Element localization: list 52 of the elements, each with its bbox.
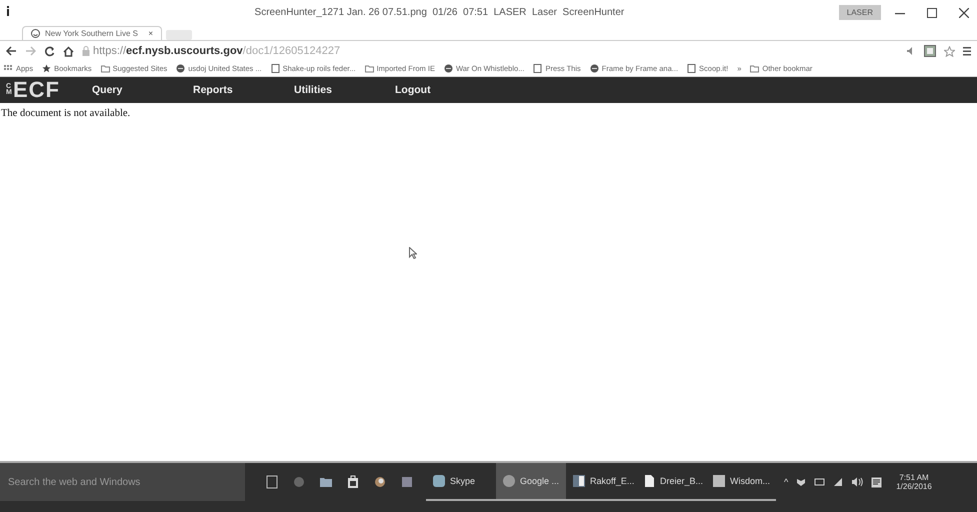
volume-icon[interactable] — [851, 477, 864, 487]
folder-icon — [364, 64, 374, 73]
store-icon[interactable] — [346, 475, 360, 489]
message-text: The document is not available. — [1, 108, 130, 119]
address-field[interactable]: https://ecf.nysb.uscourts.gov/doc1/12605124227 — [93, 45, 340, 57]
taskbar-app-button[interactable]: Google ... — [496, 463, 566, 501]
info-icon — [6, 6, 9, 16]
folder-icon — [100, 64, 110, 73]
apps-icon — [4, 64, 13, 73]
back-icon[interactable] — [6, 46, 17, 56]
menu-item[interactable]: Utilities — [294, 84, 395, 96]
clock[interactable]: 7:51 AM 1/26/2016 — [896, 473, 932, 491]
menu-item[interactable]: Query — [92, 84, 193, 96]
page-icon — [270, 64, 280, 73]
browser-icon — [502, 474, 516, 488]
cursor-icon — [409, 247, 417, 259]
taskbar-app-button[interactable]: Dreier_B... — [636, 463, 706, 501]
photos-icon[interactable] — [400, 475, 414, 489]
star-icon[interactable] — [944, 46, 955, 56]
document-icon — [642, 474, 656, 488]
taskbar-app-button[interactable]: Rakoff_E... — [566, 463, 636, 501]
wifi-icon[interactable] — [833, 477, 844, 487]
search-field[interactable]: Search the web and Windows — [0, 463, 245, 501]
menu-item[interactable]: Logout — [395, 84, 496, 96]
browser-tab[interactable]: New York Southern Live S × — [22, 26, 162, 40]
document-icon — [572, 474, 586, 488]
window-badge: LASER — [838, 5, 881, 20]
tab-title: New York Southern Live S — [45, 29, 138, 38]
page-icon — [533, 64, 542, 73]
home-icon[interactable] — [63, 46, 74, 56]
star-icon — [42, 64, 52, 73]
page-icon — [687, 64, 696, 73]
tab-close-button[interactable]: × — [148, 29, 153, 38]
browser-icon[interactable] — [292, 475, 306, 489]
show-hidden-icons-button[interactable]: ^ — [784, 477, 788, 487]
reload-icon[interactable] — [44, 46, 55, 56]
task-view-icon[interactable] — [265, 475, 279, 489]
close-icon[interactable] — [959, 8, 969, 18]
folder-icon — [750, 64, 760, 73]
maximize-icon[interactable] — [927, 8, 937, 18]
window-title: ScreenHunter_1271 Jan. 26 07.51.png 01/26 07:51 LASER Laser ScreenHunter — [254, 7, 626, 18]
network-icon[interactable] — [814, 477, 826, 487]
logo-text: ECF — [13, 77, 60, 103]
menu-item[interactable]: Reports — [193, 84, 294, 96]
taskbar-app-button[interactable]: Wisdom... — [706, 463, 776, 501]
folder-icon[interactable] — [319, 475, 333, 489]
lock-icon — [82, 46, 90, 56]
menu-icon[interactable] — [963, 46, 971, 56]
app-icon — [432, 474, 446, 488]
picture-icon — [712, 474, 726, 488]
extension-icon[interactable] — [924, 45, 936, 57]
notification-icon[interactable] — [871, 476, 882, 488]
